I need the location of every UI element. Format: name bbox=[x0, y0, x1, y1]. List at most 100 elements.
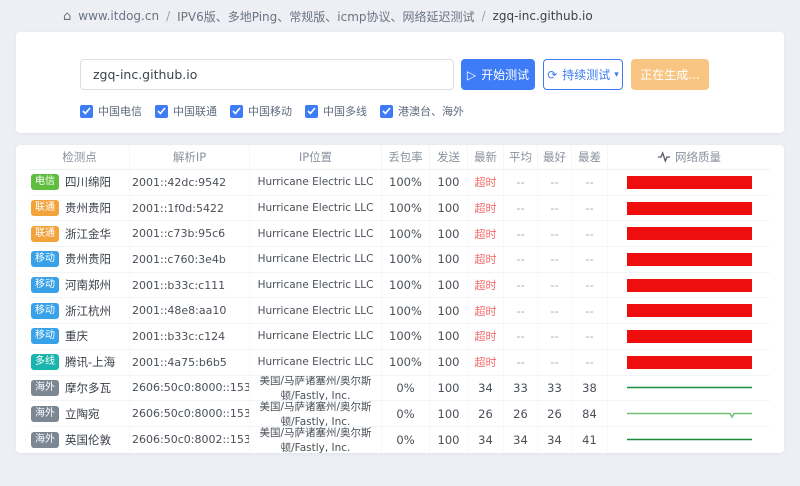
node-name: 重庆 bbox=[65, 328, 88, 344]
breadcrumb-separator: / bbox=[482, 9, 486, 23]
resolved-ip: 2001::1f0d:5422 bbox=[130, 196, 250, 221]
avg-ping: -- bbox=[504, 170, 538, 195]
quality-bad-bar bbox=[627, 176, 752, 189]
generating-button[interactable]: 正在生成... bbox=[631, 59, 709, 90]
header-quality: 网络质量 bbox=[608, 145, 770, 169]
start-test-label: 开始测试 bbox=[481, 66, 529, 83]
host-input[interactable] bbox=[80, 59, 454, 90]
resolved-ip: 2001::42dc:9542 bbox=[130, 170, 250, 195]
loss-rate: 100% bbox=[382, 247, 430, 272]
avg-ping: 26 bbox=[504, 401, 538, 426]
table-row: 联通 浙江金华 2001::c73b:95c6 Hurricane Electr… bbox=[30, 221, 770, 247]
sent-count: 100 bbox=[430, 376, 468, 401]
carrier-checkbox[interactable]: 港澳台、海外 bbox=[380, 103, 464, 119]
ip-location: Hurricane Electric LLC bbox=[250, 247, 382, 272]
best-ping: 26 bbox=[538, 401, 572, 426]
carrier-badge: 电信 bbox=[31, 174, 59, 190]
breadcrumb-site-link[interactable]: www.itdog.cn bbox=[78, 9, 159, 23]
header-best: 最好 bbox=[538, 145, 572, 169]
loss-rate: 100% bbox=[382, 196, 430, 221]
worst-ping: -- bbox=[572, 273, 608, 298]
ip-location: 美国/马萨诸塞州/奥尔斯顿/Fastly, Inc. bbox=[250, 427, 382, 453]
worst-ping: -- bbox=[572, 350, 608, 375]
carrier-badge: 海外 bbox=[31, 406, 59, 422]
table-header-row: 检测点 解析IP IP位置 丢包率 发送 最新 平均 最好 最差 网络质量 bbox=[30, 145, 770, 170]
table-row: 海外 英国伦敦 2606:50c0:8002::153 美国/马萨诸塞州/奥尔斯… bbox=[30, 427, 770, 453]
latest-ping: 超时 bbox=[468, 273, 504, 298]
carrier-badge: 海外 bbox=[31, 432, 59, 448]
best-ping: -- bbox=[538, 298, 572, 323]
header-ip-location: IP位置 bbox=[250, 145, 382, 169]
carrier-badge: 联通 bbox=[31, 200, 59, 216]
sent-count: 100 bbox=[430, 427, 468, 453]
node-name: 四川绵阳 bbox=[65, 174, 111, 190]
quality-cell bbox=[608, 221, 770, 246]
quality-cell bbox=[608, 247, 770, 272]
node-cell: 多线 腾讯-上海 bbox=[30, 350, 130, 375]
loss-rate: 100% bbox=[382, 170, 430, 195]
carrier-checkbox[interactable]: 中国移动 bbox=[230, 103, 292, 119]
continuous-test-button[interactable]: ⟳ 持续测试 ▾ bbox=[543, 59, 623, 90]
checkbox-checked-icon bbox=[380, 105, 393, 118]
carrier-checkbox[interactable]: 中国联通 bbox=[155, 103, 217, 119]
table-row: 移动 贵州贵阳 2001::c760:3e4b Hurricane Electr… bbox=[30, 247, 770, 273]
carrier-checkbox-row: 中国电信 中国联通 中国移动 中国多线 港澳台、海外 bbox=[80, 103, 768, 119]
table-row: 联通 贵州贵阳 2001::1f0d:5422 Hurricane Electr… bbox=[30, 196, 770, 222]
quality-cell bbox=[608, 401, 770, 426]
loss-rate: 100% bbox=[382, 221, 430, 246]
carrier-checkbox-label: 中国移动 bbox=[248, 103, 292, 119]
breadcrumb: ⌂ www.itdog.cn / IPV6版、多地Ping、常规版、icmp协议… bbox=[0, 0, 800, 32]
node-name: 摩尔多瓦 bbox=[65, 380, 111, 396]
generating-label: 正在生成... bbox=[640, 66, 699, 83]
resolved-ip: 2001::c73b:95c6 bbox=[130, 221, 250, 246]
ip-location: Hurricane Electric LLC bbox=[250, 324, 382, 349]
table-row: 电信 四川绵阳 2001::42dc:9542 Hurricane Electr… bbox=[30, 170, 770, 196]
avg-ping: -- bbox=[504, 298, 538, 323]
node-name: 英国伦敦 bbox=[65, 432, 111, 448]
header-sent: 发送 bbox=[430, 145, 468, 169]
best-ping: -- bbox=[538, 247, 572, 272]
resolved-ip: 2001::c760:3e4b bbox=[130, 247, 250, 272]
breadcrumb-separator: / bbox=[166, 9, 170, 23]
sent-count: 100 bbox=[430, 221, 468, 246]
checkbox-checked-icon bbox=[155, 105, 168, 118]
resolved-ip: 2001::4a75:b6b5 bbox=[130, 350, 250, 375]
carrier-badge: 移动 bbox=[31, 303, 59, 319]
ip-location: Hurricane Electric LLC bbox=[250, 298, 382, 323]
results-table: 检测点 解析IP IP位置 丢包率 发送 最新 平均 最好 最差 网络质量 电信… bbox=[16, 145, 784, 453]
sent-count: 100 bbox=[430, 196, 468, 221]
carrier-badge: 移动 bbox=[31, 328, 59, 344]
node-cell: 移动 河南郑州 bbox=[30, 273, 130, 298]
best-ping: -- bbox=[538, 221, 572, 246]
node-cell: 海外 立陶宛 bbox=[30, 401, 130, 426]
carrier-badge: 移动 bbox=[31, 277, 59, 293]
sent-count: 100 bbox=[430, 273, 468, 298]
refresh-icon: ⟳ bbox=[547, 69, 557, 81]
resolved-ip: 2606:50c0:8002::153 bbox=[130, 427, 250, 453]
latest-ping: 超时 bbox=[468, 247, 504, 272]
loss-rate: 0% bbox=[382, 376, 430, 401]
best-ping: -- bbox=[538, 324, 572, 349]
carrier-checkbox[interactable]: 中国多线 bbox=[305, 103, 367, 119]
node-name: 贵州贵阳 bbox=[65, 200, 111, 216]
carrier-checkbox-label: 中国多线 bbox=[323, 103, 367, 119]
latest-ping: 超时 bbox=[468, 350, 504, 375]
best-ping: -- bbox=[538, 273, 572, 298]
home-icon[interactable]: ⌂ bbox=[63, 9, 71, 24]
quality-bad-bar bbox=[627, 253, 752, 266]
breadcrumb-section: IPV6版、多地Ping、常规版、icmp协议、网络延迟测试 bbox=[177, 8, 474, 25]
quality-cell bbox=[608, 170, 770, 195]
ip-location: Hurricane Electric LLC bbox=[250, 273, 382, 298]
avg-ping: 34 bbox=[504, 427, 538, 453]
latest-ping: 超时 bbox=[468, 196, 504, 221]
table-row: 移动 重庆 2001::b33c:c124 Hurricane Electric… bbox=[30, 324, 770, 350]
chevron-down-icon: ▾ bbox=[614, 70, 619, 80]
header-resolved-ip: 解析IP bbox=[130, 145, 250, 169]
start-test-button[interactable]: ▷ 开始测试 bbox=[461, 59, 535, 90]
quality-bad-bar bbox=[627, 227, 752, 240]
carrier-checkbox[interactable]: 中国电信 bbox=[80, 103, 142, 119]
table-row: 海外 摩尔多瓦 2606:50c0:8000::153 美国/马萨诸塞州/奥尔斯… bbox=[30, 376, 770, 402]
node-name: 浙江金华 bbox=[65, 226, 111, 242]
carrier-checkbox-label: 港澳台、海外 bbox=[398, 103, 464, 119]
loss-rate: 0% bbox=[382, 427, 430, 453]
